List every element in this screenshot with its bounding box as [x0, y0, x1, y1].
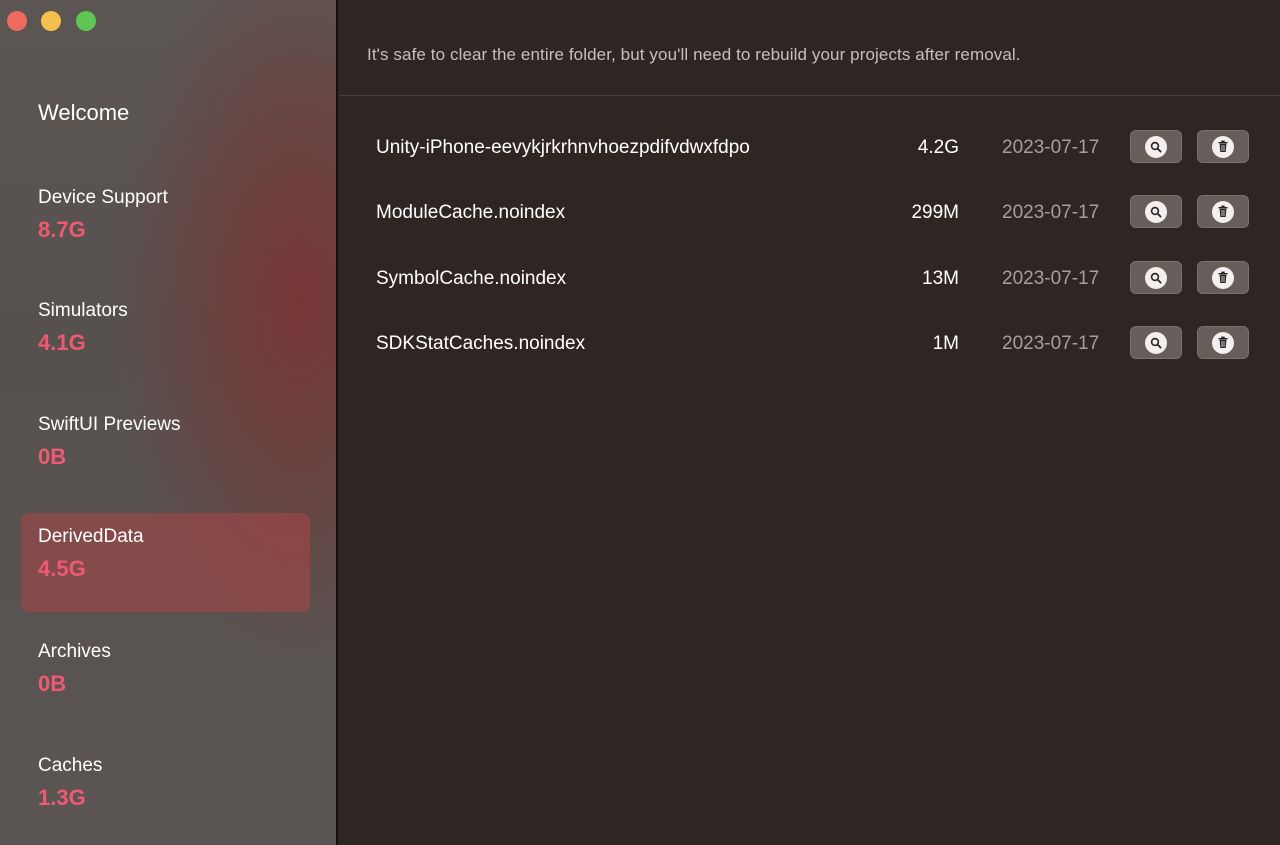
reveal-in-finder-button[interactable]: [1130, 130, 1182, 163]
delete-button[interactable]: [1197, 195, 1249, 228]
zoom-window-button[interactable]: [76, 11, 96, 31]
app-window: Welcome Device Support 8.7G Simulators 4…: [0, 0, 1280, 845]
magnifier-icon: [1145, 135, 1167, 158]
sidebar-item-size: 0B: [38, 444, 67, 469]
reveal-in-finder-button[interactable]: [1130, 326, 1182, 359]
sidebar-item-label: Caches: [38, 755, 103, 776]
reveal-in-finder-button[interactable]: [1130, 261, 1182, 294]
sidebar-item-label: Simulators: [38, 300, 128, 321]
sidebar-item-archives[interactable]: Archives 0B: [21, 617, 310, 716]
folder-date: 2023-07-17: [1002, 202, 1100, 223]
folder-name: ModuleCache.noindex: [376, 202, 566, 223]
sidebar-item-size: 4.1G: [38, 330, 86, 355]
folder-date: 2023-07-17: [1002, 333, 1100, 354]
trash-icon: [1212, 200, 1234, 223]
folder-date: 2023-07-17: [1002, 268, 1100, 289]
list-item: SDKStatCaches.noindex 1M 2023-07-17: [340, 325, 1280, 365]
folder-name: SymbolCache.noindex: [376, 268, 567, 289]
sidebar-item-size: 1.3G: [38, 785, 86, 810]
magnifier-icon: [1145, 331, 1167, 354]
sidebar-item-size: 4.5G: [38, 556, 86, 581]
folder-size: 13M: [922, 268, 959, 289]
list-item: SymbolCache.noindex 13M 2023-07-17: [340, 260, 1280, 300]
divider: [340, 95, 1280, 96]
info-notice: It's safe to clear the entire folder, bu…: [367, 45, 1021, 64]
sidebar-item-size: 8.7G: [38, 217, 86, 242]
sidebar-item-deriveddata[interactable]: DerivedData 4.5G: [21, 513, 310, 612]
delete-button[interactable]: [1197, 261, 1249, 294]
sidebar-item-label: SwiftUI Previews: [38, 414, 181, 435]
trash-icon: [1212, 135, 1234, 158]
sidebar-item-label: Archives: [38, 641, 111, 662]
trash-icon: [1212, 331, 1234, 354]
delete-button[interactable]: [1197, 326, 1249, 359]
folder-size: 4.2G: [917, 137, 959, 158]
reveal-in-finder-button[interactable]: [1130, 195, 1182, 228]
minimize-window-button[interactable]: [41, 11, 61, 31]
magnifier-icon: [1145, 200, 1167, 223]
magnifier-icon: [1145, 266, 1167, 289]
folder-name: SDKStatCaches.noindex: [376, 333, 586, 354]
sidebar-item-device-support[interactable]: Device Support 8.7G: [21, 163, 310, 262]
sidebar-item-label: DerivedData: [38, 526, 144, 547]
sidebar-item-label: Device Support: [38, 187, 168, 208]
sidebar-item-simulators[interactable]: Simulators 4.1G: [21, 276, 310, 375]
list-item: ModuleCache.noindex 299M 2023-07-17: [340, 194, 1280, 234]
trash-icon: [1212, 266, 1234, 289]
sidebar-item-swiftui-previews[interactable]: SwiftUI Previews 0B: [21, 390, 310, 489]
close-window-button[interactable]: [7, 11, 27, 31]
folder-date: 2023-07-17: [1002, 137, 1100, 158]
sidebar-item-welcome[interactable]: Welcome: [38, 100, 129, 126]
folder-size: 1M: [932, 333, 959, 354]
sidebar-item-caches[interactable]: Caches 1.3G: [21, 731, 310, 830]
list-item: Unity-iPhone-eevykjrkrhnvhoezpdifvdwxfdp…: [340, 129, 1280, 169]
main-panel: It's safe to clear the entire folder, bu…: [340, 0, 1280, 845]
folder-name: Unity-iPhone-eevykjrkrhnvhoezpdifvdwxfdp…: [376, 137, 750, 158]
delete-button[interactable]: [1197, 130, 1249, 163]
sidebar: Welcome Device Support 8.7G Simulators 4…: [0, 0, 338, 845]
sidebar-item-size: 0B: [38, 671, 67, 696]
folder-size: 299M: [911, 202, 959, 223]
